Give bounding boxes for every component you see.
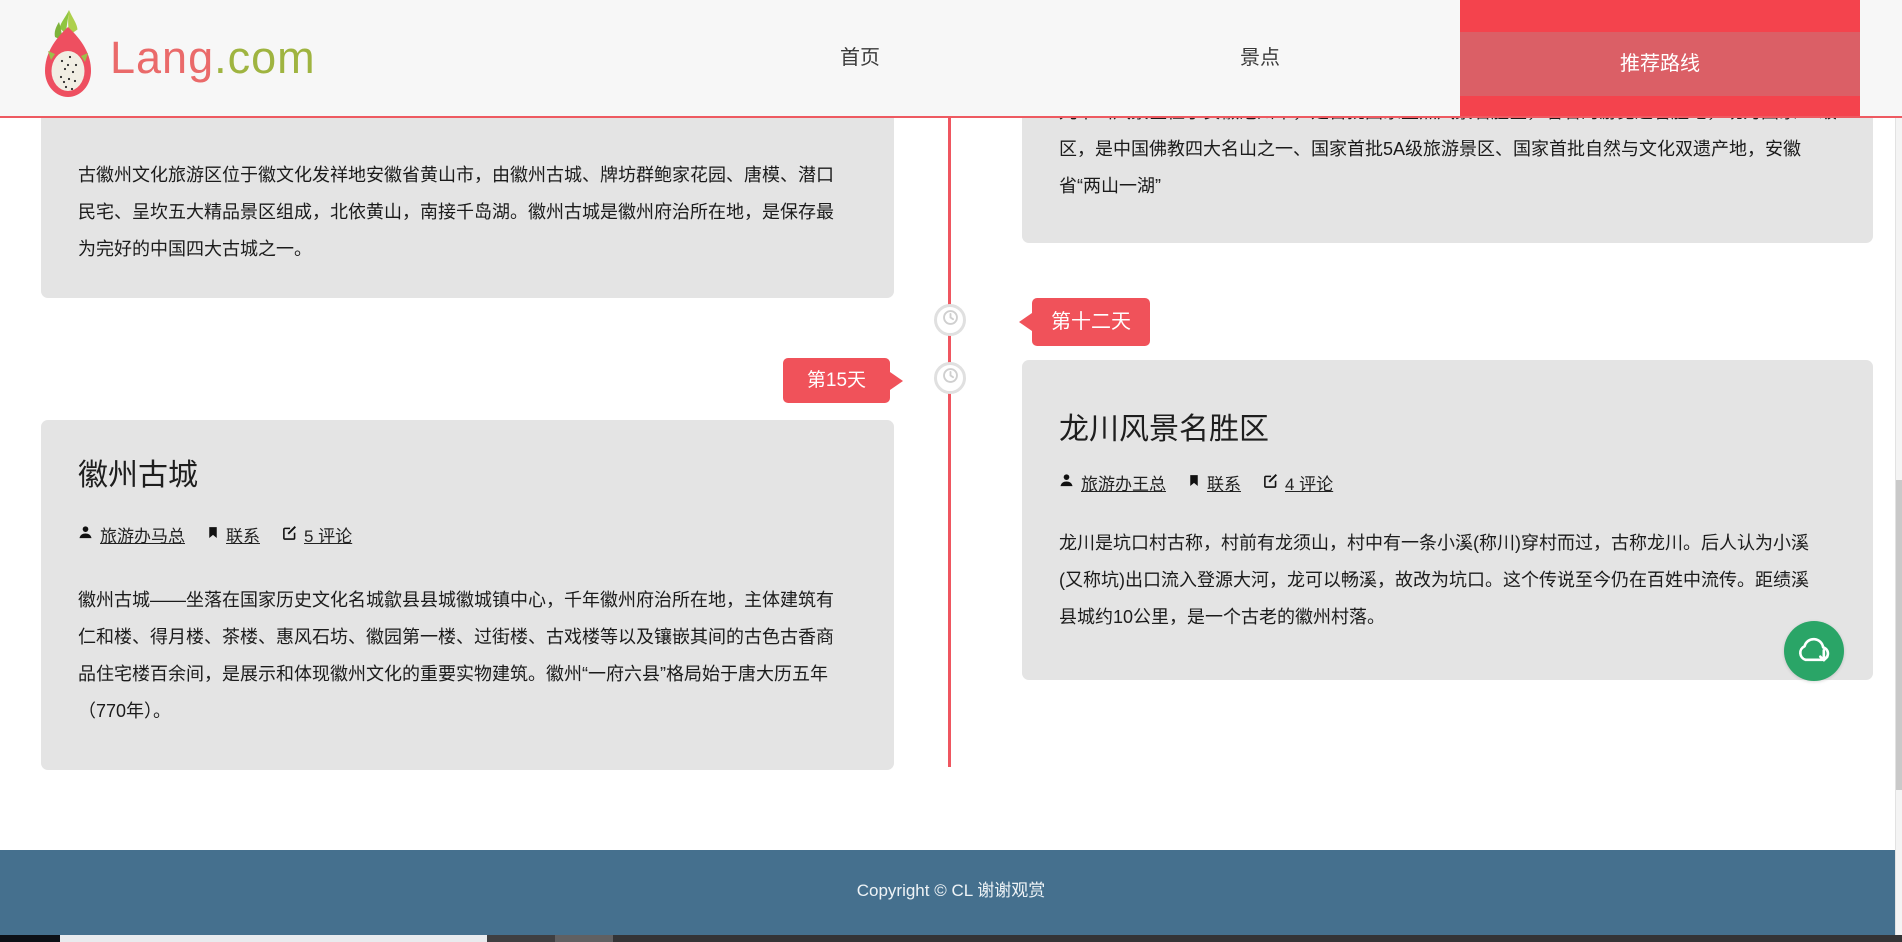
edit-icon: [282, 525, 297, 545]
taskbar-segment: [555, 935, 613, 942]
badge-arrow-icon: [890, 371, 903, 390]
comments-link[interactable]: 5 评论: [304, 522, 352, 547]
day-badge-twelve: 第十二天: [1019, 298, 1150, 346]
copyright-text: Copyright © CL 谢谢观赏: [856, 881, 1046, 900]
timeline-content: 古徽州文化旅游区位于徽文化发祥地安徽省黄山市，由徽州古城、牌坊群鲍家花园、唐模、…: [0, 0, 1902, 942]
bookmark-icon: [207, 525, 219, 545]
spot-text-line: 徽州古城——坐落在国家历史文化名城歙县县城徽城镇中心，千年徽州府治所在地，主体建…: [78, 590, 834, 610]
spot-meta-row: 旅游办马总 联系 5 评论: [78, 522, 352, 547]
day-badge-label: 第15天: [806, 370, 867, 391]
intro-text-line: 古徽州文化旅游区位于徽文化发祥地安徽省黄山市，由徽州古城、牌坊群鲍家花园、唐模、…: [78, 165, 834, 185]
intro-text-line: 省“两山一湖”: [1059, 176, 1161, 196]
contact-link[interactable]: 联系: [1207, 470, 1241, 495]
timeline-clock-marker: [934, 304, 966, 336]
nav-item-routes: 推荐路线: [1460, 0, 1860, 116]
meta-comments: 5 评论: [282, 522, 352, 547]
spot-text-line: 县城约10公里，是一个古老的徽州村落。: [1059, 607, 1386, 627]
taskbar-segment: [0, 935, 60, 942]
cloud-download-icon: [1793, 629, 1835, 674]
taskbar-segment: [60, 935, 487, 942]
spot-title: 龙川风景名胜区: [1059, 413, 1269, 446]
page: 古徽州文化旅游区位于徽文化发祥地安徽省黄山市，由徽州古城、牌坊群鲍家花园、唐模、…: [0, 0, 1902, 942]
spot-text-line: (又称坑)出口流入登源大河，龙可以畅溪，故改为坑口。这个传说至今仍在百姓中流传。…: [1059, 570, 1809, 590]
meta-author: 旅游办王总: [1059, 470, 1166, 495]
site-header: Lang.com 首页 景点 推荐路线: [0, 0, 1902, 118]
scrollbar-thumb[interactable]: [1896, 480, 1902, 790]
vertical-scrollbar[interactable]: [1895, 0, 1902, 935]
user-icon: [78, 525, 93, 545]
contact-link[interactable]: 联系: [226, 522, 260, 547]
nav-item-home: 首页: [660, 0, 1060, 116]
site-footer: Copyright © CL 谢谢观赏: [0, 850, 1902, 935]
brand-text: Lang.com: [110, 8, 316, 108]
author-link[interactable]: 旅游办马总: [100, 522, 185, 547]
spot-card-huizhou: 徽州古城 旅游办马总 联系 5 评论 徽州古城——坐落在国家历史文化名城歙县县城…: [41, 420, 894, 770]
nav-link-home[interactable]: 首页: [660, 0, 1060, 116]
taskbar-segment: [613, 935, 1902, 942]
meta-contact: 联系: [1188, 470, 1241, 495]
nav-item-attractions: 景点: [1060, 0, 1460, 116]
spot-text-line: 龙川是坑口村古称，村前有龙须山，村中有一条小溪(称川)穿村而过，古称龙川。后人认…: [1059, 533, 1809, 553]
intro-text-line: 民宅、呈坎五大精品景区组成，北依黄山，南接千岛湖。徽州古城是徽州府治所在地，是保…: [78, 202, 834, 222]
spot-title: 徽州古城: [78, 459, 198, 492]
badge-arrow-icon: [1019, 313, 1032, 331]
meta-contact: 联系: [207, 522, 260, 547]
spot-text-line: （770年）。: [78, 701, 172, 721]
brand-tld: .com: [214, 32, 316, 83]
timeline-vertical-line: [948, 110, 951, 767]
spot-text-line: 仁和楼、得月楼、茶楼、惠风石坊、徽园第一楼、过街楼、古戏楼等以及镶嵌其间的古色古…: [78, 627, 834, 647]
intro-text-line: 区，是中国佛教四大名山之一、国家首批5A级旅游景区、国家首批自然与文化双遗产地，…: [1059, 139, 1802, 159]
comments-link[interactable]: 4 评论: [1285, 470, 1333, 495]
dragonfruit-icon: [40, 9, 96, 108]
spot-card-longchuan: 龙川风景名胜区 旅游办王总 联系 4 评论 龙川是坑口村古称，村前有龙须山，村中…: [1022, 360, 1873, 680]
nav-link-attractions[interactable]: 景点: [1060, 0, 1460, 116]
clock-icon: [942, 367, 959, 389]
taskbar-segment: [487, 935, 555, 942]
cloud-download-button[interactable]: [1784, 621, 1844, 681]
site-logo[interactable]: Lang.com: [40, 8, 316, 108]
clock-icon: [942, 309, 959, 331]
meta-author: 旅游办马总: [78, 522, 185, 547]
bookmark-icon: [1188, 473, 1200, 493]
brand-name: Lang: [110, 32, 215, 83]
main-nav: 首页 景点 推荐路线: [660, 0, 1860, 116]
spot-text-line: 品住宅楼百余间，是展示和体现徽州文化的重要实物建筑。徽州“一府六县”格局始于唐大…: [78, 664, 828, 684]
intro-text-line: 为完好的中国四大古城之一。: [78, 239, 312, 259]
spot-meta-row: 旅游办王总 联系 4 评论: [1059, 470, 1333, 495]
nav-link-routes[interactable]: 推荐路线: [1460, 32, 1860, 96]
author-link[interactable]: 旅游办王总: [1081, 470, 1166, 495]
edit-icon: [1263, 473, 1278, 493]
timeline-clock-marker: [934, 362, 966, 394]
user-icon: [1059, 473, 1074, 493]
day-badge-fifteen: 第15天: [783, 358, 903, 403]
os-taskbar-edge[interactable]: [0, 935, 1902, 942]
meta-comments: 4 评论: [1263, 470, 1333, 495]
day-badge-label: 第十二天: [1051, 311, 1131, 333]
